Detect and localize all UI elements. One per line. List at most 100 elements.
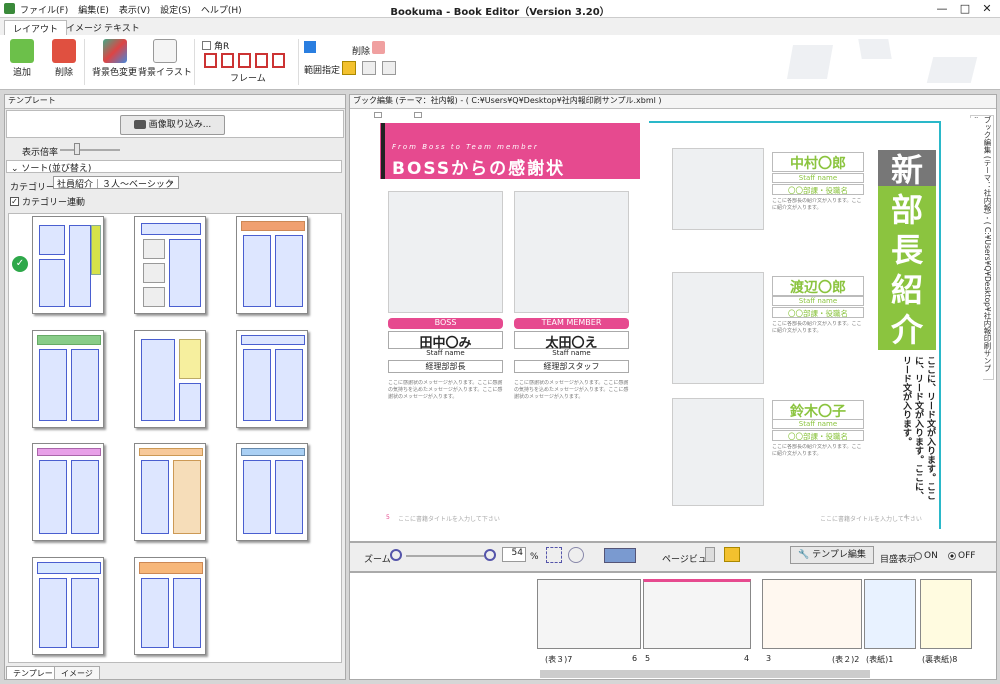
- category-select[interactable]: 社員紹介｜３人〜ベーシック ⌄: [53, 176, 179, 190]
- select-icon[interactable]: [342, 61, 356, 75]
- maximize-button[interactable]: □: [958, 2, 972, 16]
- title-bar: ファイル(F) 編集(E) 表示(V) 設定(S) ヘルプ(H) Bookuma…: [0, 0, 1000, 18]
- left-page-footer: ここに書籍タイトルを入力して下さい: [398, 516, 500, 523]
- check-icon[interactable]: [382, 61, 396, 75]
- spread-view-icon[interactable]: [724, 547, 740, 562]
- boss-photo[interactable]: [388, 191, 503, 313]
- member-message[interactable]: ここに感謝状のメッセージが入ります。ここに感謝の気持ちを込めたメッセージが入りま…: [514, 380, 629, 508]
- zoom-slider-track[interactable]: [60, 149, 120, 151]
- person2-name[interactable]: 渡辺〇郎: [772, 276, 864, 296]
- zoom-reset-icon[interactable]: [568, 547, 584, 563]
- bg-illust-label: 背景イラスト: [138, 68, 192, 78]
- bg-color-button[interactable]: 背景色変更: [92, 39, 137, 78]
- template-thumb[interactable]: [134, 330, 206, 428]
- member-dept[interactable]: 経理部スタッフ: [514, 360, 629, 373]
- image-icon[interactable]: [362, 61, 376, 75]
- template-thumb[interactable]: [32, 557, 104, 655]
- person1-dept[interactable]: 〇〇部課・役職名: [772, 184, 864, 195]
- frame-icon[interactable]: [255, 53, 268, 68]
- boss-dept[interactable]: 経理部部長: [388, 360, 503, 373]
- fit-page-icon[interactable]: [546, 547, 562, 563]
- frame-icon[interactable]: [272, 53, 285, 68]
- single-page-icon[interactable]: [705, 547, 715, 562]
- person2-body[interactable]: ここに各部長の紹介文が入ります。ここに紹介文が入ります。: [772, 321, 864, 381]
- frame-group-label: フレーム: [230, 74, 266, 84]
- zoom-slider-thumb[interactable]: [74, 143, 80, 155]
- page-thumb-8[interactable]: [920, 579, 972, 649]
- sort-label: ソート(並び替え): [21, 164, 92, 174]
- tab-text[interactable]: テキスト: [96, 20, 148, 35]
- lead-text[interactable]: ここに、リード文が入ります。ここに、リード文が入ります。ここに、リード文が入りま…: [876, 356, 936, 506]
- boss-message[interactable]: ここに感謝状のメッセージが入ります。ここに感謝の気持ちを込めたメッセージが入りま…: [388, 380, 503, 508]
- wrench-icon: 🔧: [798, 550, 810, 560]
- template-thumb[interactable]: [134, 216, 206, 314]
- page-thumb-7-6[interactable]: [537, 579, 641, 649]
- template-thumb[interactable]: [32, 216, 104, 314]
- frame-icon[interactable]: [221, 53, 234, 68]
- ribbon-separator: [84, 39, 85, 85]
- add-button[interactable]: 追加: [10, 39, 34, 78]
- person3-body[interactable]: ここに各部長の紹介文が入ります。ここに紹介文が入ります。: [772, 444, 864, 504]
- person2-dept[interactable]: 〇〇部課・役職名: [772, 307, 864, 318]
- page-thumb-3-2[interactable]: [762, 579, 862, 649]
- frame-icon[interactable]: [204, 53, 217, 68]
- banner-bar: [381, 123, 385, 179]
- template-thumb[interactable]: [236, 330, 308, 428]
- zoom-value-input[interactable]: 54: [502, 547, 526, 562]
- zoom-slider[interactable]: [406, 555, 484, 557]
- template-thumb[interactable]: [134, 443, 206, 541]
- right-page-footer: ここに書籍タイトルを入力して下さい: [820, 516, 922, 523]
- ruler-off-radio[interactable]: OFF: [948, 551, 975, 561]
- import-image-button[interactable]: 画像取り込み...: [120, 115, 225, 135]
- template-thumb[interactable]: [134, 557, 206, 655]
- boss-tag: BOSS: [388, 318, 503, 329]
- frame-gallery[interactable]: [204, 53, 289, 71]
- category-link-checkbox[interactable]: ✓ カテゴリー連動: [10, 195, 85, 208]
- person1-body[interactable]: ここに各部長の紹介文が入ります。ここに紹介文が入ります。: [772, 198, 864, 258]
- page-thumb-5-4[interactable]: [643, 579, 751, 649]
- selected-check-icon: ✓: [12, 256, 28, 272]
- boss-name[interactable]: 田中〇み: [388, 331, 503, 351]
- page-list-scrollbar[interactable]: [540, 670, 870, 678]
- minimize-button[interactable]: —: [935, 2, 949, 16]
- template-thumb[interactable]: [236, 216, 308, 314]
- member-name[interactable]: 太田〇え: [514, 331, 629, 351]
- camera-icon: [133, 120, 146, 129]
- tab-image-list[interactable]: イメージ: [54, 666, 100, 680]
- member-photo[interactable]: [514, 191, 629, 313]
- ribbon-separator: [194, 39, 195, 85]
- spread-toggle[interactable]: [414, 112, 422, 118]
- frame-icon[interactable]: [238, 53, 251, 68]
- person2-photo[interactable]: [672, 272, 764, 384]
- range-select-icon[interactable]: [304, 41, 316, 53]
- title-char: 紹: [890, 271, 923, 309]
- left-page-number: 5: [386, 514, 390, 521]
- member-tag: TEAM MEMBER: [514, 318, 629, 329]
- person3-photo[interactable]: [672, 398, 764, 506]
- spread-toggle[interactable]: [374, 112, 382, 118]
- bg-illust-button[interactable]: 背景イラスト: [138, 39, 192, 78]
- zoom-in-icon[interactable]: [484, 549, 496, 561]
- delete-button[interactable]: 削除: [52, 39, 76, 78]
- sort-dropdown[interactable]: ⌄ ソート(並び替え): [6, 160, 342, 174]
- person3-dept[interactable]: 〇〇部課・役職名: [772, 430, 864, 441]
- page-thumb-1[interactable]: [864, 579, 916, 649]
- person3-name[interactable]: 鈴木〇子: [772, 400, 864, 420]
- delete-x-icon[interactable]: [372, 41, 385, 54]
- zoom-out-icon[interactable]: [390, 549, 402, 561]
- ruler-on-radio[interactable]: ON: [914, 551, 938, 561]
- template-thumb[interactable]: [236, 443, 308, 541]
- template-thumb[interactable]: [32, 443, 104, 541]
- page-label: (表２)2: [832, 655, 860, 664]
- template-edit-button[interactable]: 🔧 テンプレ編集: [790, 546, 874, 564]
- close-button[interactable]: ✕: [980, 2, 994, 16]
- person1-name[interactable]: 中村〇郎: [772, 152, 864, 172]
- corner-r-toggle[interactable]: 角R: [202, 39, 229, 52]
- delete-label: 削除: [54, 68, 73, 78]
- page-nav-arrows[interactable]: [604, 548, 636, 563]
- person1-photo[interactable]: [672, 148, 764, 230]
- page-label: 5: [645, 654, 651, 663]
- add-label: 追加: [12, 68, 31, 78]
- template-thumb[interactable]: [32, 330, 104, 428]
- corner-r-label: 角R: [214, 42, 230, 52]
